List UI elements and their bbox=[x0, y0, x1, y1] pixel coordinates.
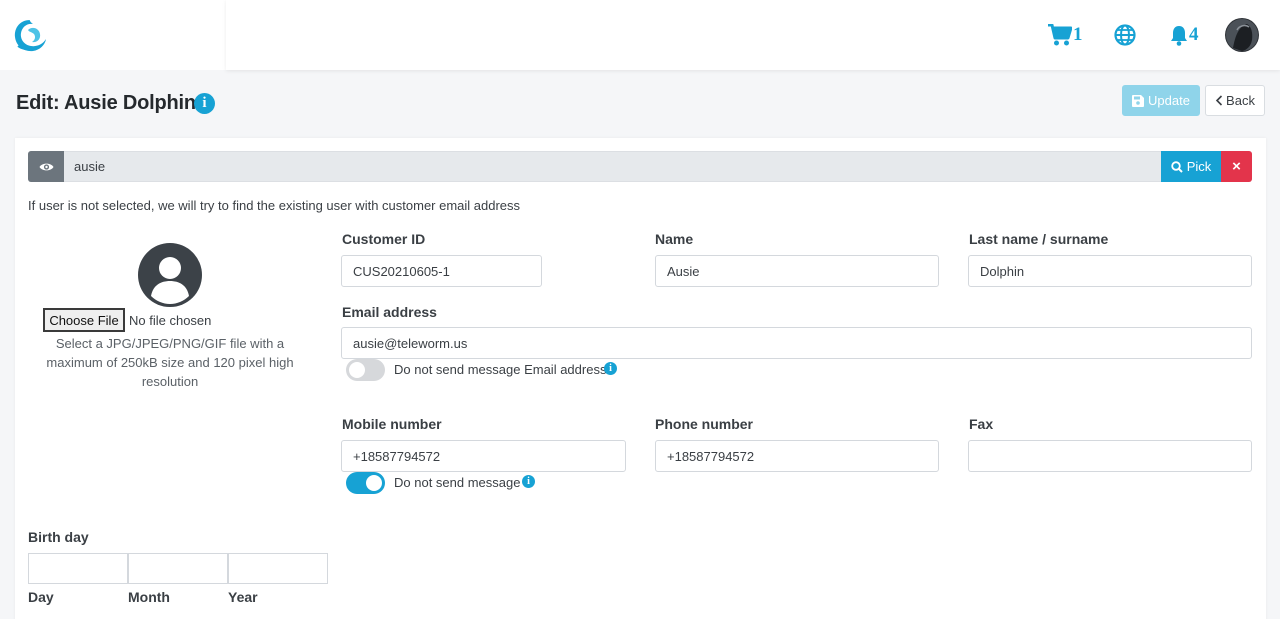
search-icon bbox=[1171, 160, 1183, 173]
page-title: Edit: Ausie Dolphin bbox=[16, 92, 196, 114]
customer-id-label: Customer ID bbox=[342, 231, 426, 247]
avatar-image bbox=[1225, 18, 1259, 52]
last-name-input[interactable] bbox=[968, 255, 1252, 287]
logo-area bbox=[0, 0, 226, 70]
email-field[interactable] bbox=[341, 327, 1252, 359]
clear-user-button[interactable]: × bbox=[1221, 151, 1252, 182]
email-info-icon[interactable]: i bbox=[604, 362, 617, 375]
phone-input[interactable] bbox=[655, 440, 939, 472]
logo-icon[interactable] bbox=[10, 16, 50, 56]
birthday-year-label: Year bbox=[228, 589, 258, 605]
file-hint: Select a JPG/JPEG/PNG/GIF file with a ma… bbox=[46, 336, 294, 389]
eye-icon bbox=[39, 163, 53, 170]
back-button[interactable]: Back bbox=[1205, 85, 1265, 116]
name-label: Name bbox=[655, 231, 694, 247]
language-button[interactable] bbox=[1114, 20, 1136, 50]
close-icon: × bbox=[1232, 158, 1241, 175]
email-do-not-send-toggle[interactable] bbox=[346, 359, 385, 381]
no-file-text: No file chosen bbox=[129, 313, 212, 328]
name-input[interactable] bbox=[655, 255, 939, 287]
birthday-month-label: Month bbox=[128, 589, 170, 605]
save-icon bbox=[1132, 94, 1145, 107]
bell-icon bbox=[1171, 25, 1187, 46]
mobile-info-icon[interactable]: i bbox=[522, 475, 535, 488]
mobile-do-not-send-toggle[interactable] bbox=[346, 472, 385, 494]
fax-input[interactable] bbox=[968, 440, 1252, 472]
fax-label: Fax bbox=[969, 416, 994, 432]
info-icon[interactable]: i bbox=[194, 93, 215, 114]
mobile-label: Mobile number bbox=[342, 416, 442, 432]
phone-label: Phone number bbox=[655, 416, 754, 432]
cart-button[interactable]: 1 bbox=[1048, 20, 1083, 50]
user-select-field[interactable] bbox=[28, 151, 1252, 182]
birthday-year-input[interactable] bbox=[228, 553, 328, 584]
choose-file-button[interactable]: Choose File bbox=[43, 308, 125, 332]
update-label: Update bbox=[1148, 93, 1190, 108]
birthday-day-label: Day bbox=[28, 589, 54, 605]
update-button[interactable]: Update bbox=[1122, 85, 1200, 116]
birthday-month-input[interactable] bbox=[128, 553, 228, 584]
user-placeholder-icon bbox=[151, 257, 189, 304]
pick-label: Pick bbox=[1186, 159, 1212, 174]
user-select-helper: If user is not selected, we will try to … bbox=[28, 198, 521, 213]
selected-user-value: ausie bbox=[74, 159, 106, 174]
back-label: Back bbox=[1226, 93, 1255, 108]
view-user-button[interactable] bbox=[28, 151, 64, 182]
mobile-input[interactable] bbox=[341, 440, 626, 472]
globe-icon bbox=[1114, 24, 1136, 46]
email-do-not-send-label: Do not send message Email address bbox=[394, 362, 607, 377]
customer-avatar-placeholder bbox=[138, 243, 202, 307]
user-avatar[interactable] bbox=[1225, 18, 1259, 52]
notifications-button[interactable]: 4 bbox=[1170, 20, 1199, 50]
mobile-do-not-send-label: Do not send message bbox=[394, 475, 521, 490]
email-label: Email address bbox=[342, 304, 437, 320]
cart-icon bbox=[1048, 24, 1072, 46]
last-name-label: Last name / surname bbox=[969, 231, 1109, 247]
chevron-left-icon bbox=[1215, 95, 1223, 106]
birthday-label: Birth day bbox=[28, 529, 89, 545]
notifications-count: 4 bbox=[1189, 24, 1199, 45]
pick-user-button[interactable]: Pick bbox=[1161, 151, 1221, 182]
customer-id-input[interactable] bbox=[341, 255, 542, 287]
cart-count: 1 bbox=[1073, 24, 1083, 45]
birthday-day-input[interactable] bbox=[28, 553, 128, 584]
